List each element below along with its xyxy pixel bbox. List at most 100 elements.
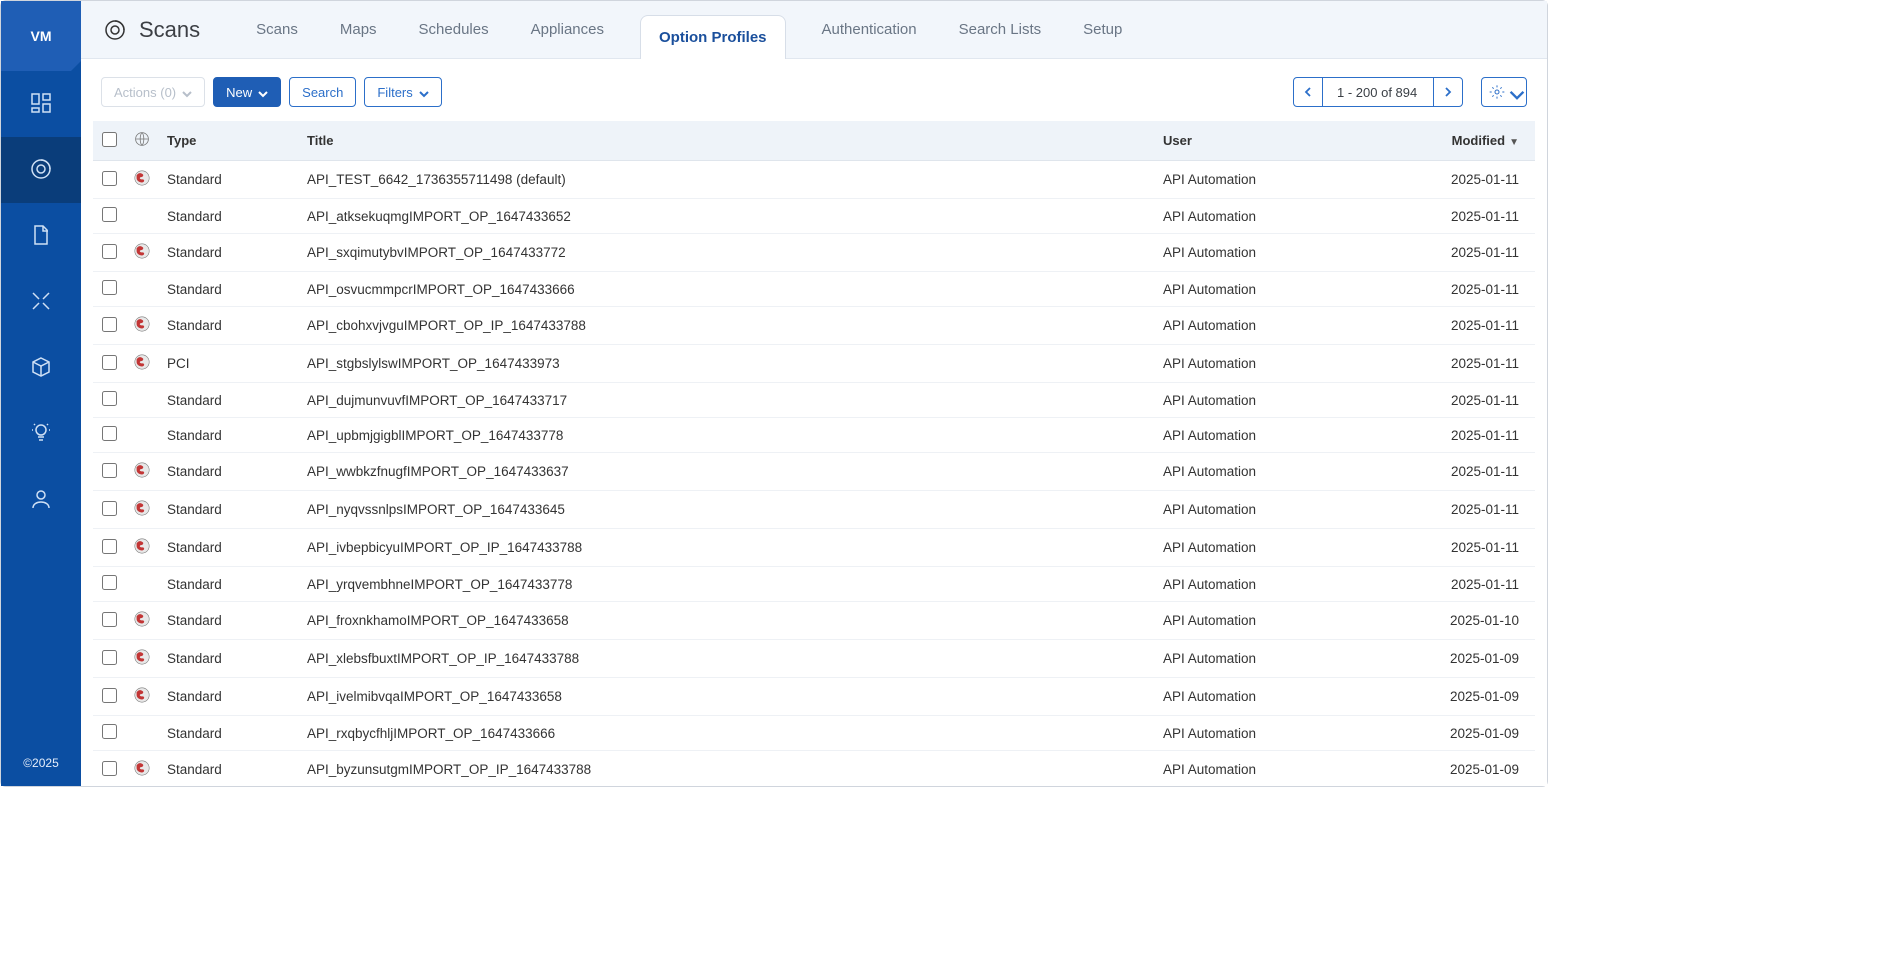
page-prev-button[interactable] [1293,77,1323,107]
new-dropdown[interactable]: New [213,77,281,107]
row-title: API_ivbepbicyuIMPORT_OP_IP_1647433788 [299,529,1155,567]
row-type: Standard [159,602,299,640]
cube-icon [29,355,53,382]
row-type: Standard [159,161,299,199]
row-checkbox[interactable] [102,688,117,703]
table-row[interactable]: Standard API_wwbkzfnugfIMPORT_OP_1647433… [93,453,1535,491]
row-title: API_nyqvssnlpsIMPORT_OP_1647433645 [299,491,1155,529]
tab-maps[interactable]: Maps [334,1,383,58]
col-header-title[interactable]: Title [299,121,1155,161]
settings-dropdown[interactable] [1481,77,1527,107]
target-icon [29,157,53,184]
tab-setup[interactable]: Setup [1077,1,1128,58]
row-checkbox[interactable] [102,426,117,441]
row-user: API Automation [1155,602,1415,640]
row-title: API_dujmunvuvfIMPORT_OP_1647433717 [299,383,1155,418]
row-modified: 2025-01-11 [1415,161,1535,199]
row-checkbox[interactable] [102,280,117,295]
row-user: API Automation [1155,418,1415,453]
row-scope-cell [125,199,159,234]
col-header-scope[interactable] [125,121,159,161]
col-header-user[interactable]: User [1155,121,1415,161]
row-user: API Automation [1155,678,1415,716]
table-row[interactable]: Standard API_rxqbycfhljIMPORT_OP_1647433… [93,716,1535,751]
row-checkbox[interactable] [102,244,117,259]
row-checkbox[interactable] [102,317,117,332]
tab-search-lists[interactable]: Search Lists [953,1,1048,58]
page-next-button[interactable] [1433,77,1463,107]
row-title: API_upbmjgigblIMPORT_OP_1647433778 [299,418,1155,453]
table-row[interactable]: Standard API_yrqvembhneIMPORT_OP_1647433… [93,567,1535,602]
table-row[interactable]: Standard API_TEST_6642_1736355711498 (de… [93,161,1535,199]
bulb-icon [29,421,53,448]
dashboard-icon [29,91,53,118]
tab-authentication[interactable]: Authentication [816,1,923,58]
actions-dropdown[interactable]: Actions (0) [101,77,205,107]
row-type: Standard [159,491,299,529]
row-scope-cell [125,383,159,418]
row-checkbox[interactable] [102,575,117,590]
row-user: API Automation [1155,640,1415,678]
row-scope-cell [125,602,159,640]
table-row[interactable]: Standard API_nyqvssnlpsIMPORT_OP_1647433… [93,491,1535,529]
row-user: API Automation [1155,716,1415,751]
row-checkbox[interactable] [102,761,117,776]
toolbar: Actions (0) New Search Filters 1 - 200 o… [81,59,1547,121]
nav-scans[interactable] [1,137,81,203]
row-scope-cell [125,234,159,272]
row-checkbox[interactable] [102,612,117,627]
row-title: API_xlebsfbuxtIMPORT_OP_IP_1647433788 [299,640,1155,678]
row-type: Standard [159,716,299,751]
col-header-type[interactable]: Type [159,121,299,161]
nav-reports[interactable] [1,203,81,269]
table-row[interactable]: Standard API_xlebsfbuxtIMPORT_OP_IP_1647… [93,640,1535,678]
row-checkbox[interactable] [102,463,117,478]
nav-assets[interactable] [1,335,81,401]
row-type: Standard [159,640,299,678]
nav-kb[interactable] [1,401,81,467]
row-scope-cell [125,529,159,567]
chevron-down-icon [1509,87,1519,97]
table-row[interactable]: Standard API_dujmunvuvfIMPORT_OP_1647433… [93,383,1535,418]
row-modified: 2025-01-11 [1415,567,1535,602]
row-checkbox[interactable] [102,539,117,554]
table-row[interactable]: Standard API_ivbepbicyuIMPORT_OP_IP_1647… [93,529,1535,567]
table-row[interactable]: Standard API_ivelmibvqaIMPORT_OP_1647433… [93,678,1535,716]
left-sidebar: VM [1,1,81,786]
tab-appliances[interactable]: Appliances [525,1,610,58]
filters-dropdown[interactable]: Filters [364,77,441,107]
table-row[interactable]: Standard API_sxqimutybvIMPORT_OP_1647433… [93,234,1535,272]
select-all-checkbox[interactable] [102,132,117,147]
row-checkbox[interactable] [102,355,117,370]
tab-scans[interactable]: Scans [250,1,304,58]
row-checkbox[interactable] [102,501,117,516]
row-title: API_froxnkhamoIMPORT_OP_1647433658 [299,602,1155,640]
row-checkbox[interactable] [102,724,117,739]
table-row[interactable]: Standard API_upbmjgigblIMPORT_OP_1647433… [93,418,1535,453]
tab-schedules[interactable]: Schedules [413,1,495,58]
col-header-modified[interactable]: Modified▼ [1415,121,1535,161]
brand-switcher[interactable]: VM [1,1,81,71]
row-title: API_stgbslylswIMPORT_OP_1647433973 [299,345,1155,383]
row-scope-cell [125,678,159,716]
row-checkbox[interactable] [102,391,117,406]
row-user: API Automation [1155,491,1415,529]
table-row[interactable]: Standard API_byzunsutgmIMPORT_OP_IP_1647… [93,751,1535,787]
chevron-down-icon [182,87,192,97]
search-button[interactable]: Search [289,77,356,107]
nav-users[interactable] [1,467,81,533]
nav-tools[interactable] [1,269,81,335]
table-row[interactable]: Standard API_osvucmmpcrIMPORT_OP_1647433… [93,272,1535,307]
row-title: API_atksekuqmgIMPORT_OP_1647433652 [299,199,1155,234]
nav-dashboard[interactable] [1,71,81,137]
row-title: API_sxqimutybvIMPORT_OP_1647433772 [299,234,1155,272]
table-row[interactable]: PCI API_stgbslylswIMPORT_OP_1647433973 A… [93,345,1535,383]
table-row[interactable]: Standard API_cbohxvjvguIMPORT_OP_IP_1647… [93,307,1535,345]
row-checkbox[interactable] [102,650,117,665]
tab-option-profiles[interactable]: Option Profiles [640,15,786,59]
page-title: Scans [139,17,200,43]
row-checkbox[interactable] [102,171,117,186]
table-row[interactable]: Standard API_froxnkhamoIMPORT_OP_1647433… [93,602,1535,640]
table-row[interactable]: Standard API_atksekuqmgIMPORT_OP_1647433… [93,199,1535,234]
row-checkbox[interactable] [102,207,117,222]
